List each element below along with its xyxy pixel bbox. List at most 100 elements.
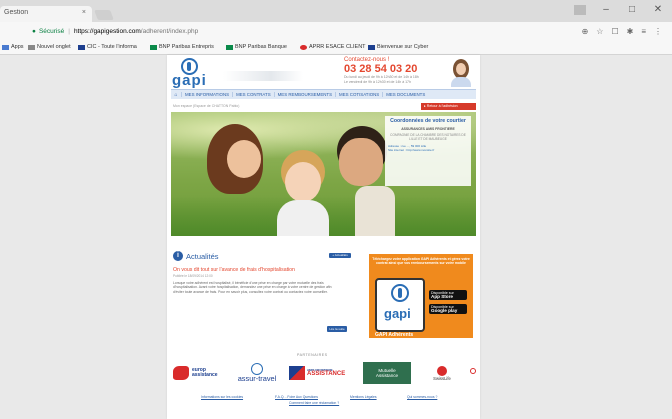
extension-puzzle-icon[interactable]: ✱	[627, 27, 634, 36]
bookmark-label: BNP Paribas Banque	[235, 44, 287, 50]
tab-title: Gestion	[4, 9, 29, 16]
nav-item-documents[interactable]: MES DOCUMENTS	[382, 92, 428, 97]
secure-label: Sécurisé	[38, 28, 65, 35]
bookmark-cyber[interactable]: Bienvenue sur Cyber	[368, 44, 428, 50]
extension-icon[interactable]: ☐	[611, 27, 618, 36]
app-promo-text: Téléchargez votre application GAPI Adhér…	[372, 257, 470, 266]
reader-icon[interactable]: ≡	[641, 27, 646, 36]
mutuelle-text-2: Assistance	[375, 373, 399, 378]
bookmark-bnp-entreprises[interactable]: BNP Paribas Entrepris	[150, 44, 214, 50]
close-window-button[interactable]: ✕	[652, 4, 664, 15]
profile-icon[interactable]	[574, 4, 586, 15]
bnp-icon	[226, 44, 233, 50]
nav-item-cotisations[interactable]: MES COTISATIONS	[335, 92, 382, 97]
cyber-icon	[368, 44, 375, 50]
broker-panel: Coordonnées de votre courtier ASSURANCES…	[385, 116, 471, 186]
gapi-logo-icon	[391, 284, 409, 302]
partner-mutuelle-assistance[interactable]: Mutuelle Assistance	[363, 362, 411, 384]
footer-link-faq[interactable]: F.A.Q. - Foire Aux Questions	[275, 395, 318, 399]
minimize-button[interactable]: –	[600, 4, 612, 15]
assur-travel-text: assur-travel	[237, 374, 277, 383]
bookmark-label: Apps	[11, 44, 24, 50]
tab-close-icon[interactable]: ×	[82, 9, 86, 16]
swisslife-text: SwissLife	[433, 375, 451, 381]
footer-link-complaint[interactable]: Comment faire une réclamation ?	[289, 401, 339, 405]
info-icon: i	[173, 251, 183, 261]
europ-text-2: assistance	[192, 372, 218, 378]
all-news-button[interactable]: + Actualités	[329, 253, 351, 258]
window-controls: – □ ✕	[574, 4, 664, 15]
aprr-icon	[300, 44, 307, 50]
google-play-label: Google play	[431, 308, 458, 313]
url-separator: |	[68, 28, 70, 35]
partners-title: PARTENAIRES	[297, 353, 328, 357]
bookmark-star-icon[interactable]: ☆	[596, 27, 603, 36]
hero-image: Coordonnées de votre courtier ASSURANCES…	[171, 112, 476, 236]
main-nav: ⌂ MES INFORMATIONS MES CONTRATS MES REMB…	[171, 89, 476, 99]
browser-tabbar: Gestion × – □ ✕	[0, 0, 672, 22]
web-page: gapi Contactez-nous ! 03 28 54 03 20 Du …	[167, 55, 480, 419]
broker-website-link[interactable]: Site internet : http://www.monsite.fr	[388, 148, 468, 152]
logout-button[interactable]: ▸ Retour à l'adhésion	[421, 103, 476, 110]
gapi-logo-text[interactable]: gapi	[172, 72, 207, 89]
bookmark-bnp-banque[interactable]: BNP Paribas Banque	[226, 44, 287, 50]
address-bar[interactable]: ● Sécurisé | https://gapigestion.com/adhere…	[28, 25, 588, 39]
bookmark-cic[interactable]: CIC - Toute l'informa	[78, 44, 137, 50]
cic-icon	[78, 44, 85, 50]
partner-assur-travel[interactable]: assur-travel	[227, 362, 287, 384]
bookmark-aprr[interactable]: APRR ESACE CLIENT	[300, 44, 366, 50]
new-tab-button[interactable]	[94, 10, 114, 20]
phone-image: gapi	[375, 278, 425, 332]
bookmark-label: CIC - Toute l'informa	[87, 44, 137, 50]
read-more-button[interactable]: Lire la suite	[327, 326, 347, 332]
breadcrumb-row: Mon espace (Espace de CHATTON Pablo) ▸ R…	[171, 102, 476, 111]
bookmark-apps[interactable]: Apps	[2, 44, 24, 50]
bookmark-new-tab[interactable]: Nouvel onglet	[28, 44, 71, 50]
bookmark-label: Nouvel onglet	[37, 44, 71, 50]
footer-link-about[interactable]: Qui sommes-nous ?	[407, 395, 437, 399]
footer-link-mentions[interactable]: Mentions Légales	[350, 395, 377, 399]
menu-icon[interactable]: ⋮	[654, 27, 662, 36]
nav-item-informations[interactable]: MES INFORMATIONS	[181, 92, 232, 97]
bookmark-label: Bienvenue sur Cyber	[377, 44, 429, 50]
agent-photo	[447, 57, 475, 87]
maximize-button[interactable]: □	[626, 4, 638, 15]
news-headline-link[interactable]: On vous dit tout sur l'avance de frais d…	[173, 267, 348, 273]
header-banner	[223, 71, 303, 81]
zoom-icon[interactable]: ⊕	[582, 27, 589, 36]
app-caption: GAPI Adhérents	[375, 332, 414, 338]
app-promo[interactable]: Téléchargez votre application GAPI Adhér…	[369, 254, 473, 338]
bookmark-label: BNP Paribas Entrepris	[159, 44, 214, 50]
nav-item-remboursements[interactable]: MES REMBOURSEMENTS	[273, 92, 335, 97]
partner-europ-assistance[interactable]: europ assistance	[173, 362, 225, 384]
amaf-logo-icon	[289, 366, 305, 380]
nav-item-contrats[interactable]: MES CONTRATS	[232, 92, 274, 97]
broker-title: Coordonnées de votre courtier	[390, 118, 466, 124]
news-date: Publiée le 18/09/2014 12:00	[173, 274, 213, 278]
google-play-button[interactable]: Disponible sur Google play	[429, 304, 467, 314]
broker-description: COMPAGNIE DE LA CHAMBRE DES NOTAIRES DE …	[390, 133, 466, 141]
lock-icon: ●	[32, 28, 36, 35]
partner-next-icon[interactable]	[470, 368, 476, 374]
app-store-label: App Store	[431, 294, 453, 299]
partner-amis-frontiere[interactable]: AMIS FRONTIERE ASSISTANCE	[289, 362, 355, 384]
news-body: Lorsque votre adhérent est hospitalisé, …	[173, 281, 332, 294]
partner-swisslife[interactable]: SwissLife	[419, 362, 465, 384]
app-store-button[interactable]: Disponible sur App Store	[429, 290, 467, 300]
contact-hours: Le vendredi de 9h à 12h30 et de 14h à 17…	[344, 79, 411, 84]
phone-logo-text: gapi	[384, 306, 411, 321]
swisslife-logo-icon	[437, 365, 447, 376]
breadcrumb: Mon espace (Espace de CHATTON Pablo)	[173, 104, 240, 108]
footer: Informations sur les cookies F.A.Q. - Fo…	[167, 395, 480, 415]
footer-link-cookies[interactable]: Informations sur les cookies	[201, 395, 243, 399]
contact-block: Contactez-nous ! 03 28 54 03 20 Du lundi…	[344, 57, 444, 84]
bookmarks-bar: Apps Nouvel onglet CIC - Toute l'informa…	[0, 42, 672, 55]
apps-icon	[2, 44, 9, 50]
amaf-text-2: ASSISTANCE	[307, 371, 346, 377]
browser-tab[interactable]: Gestion ×	[0, 6, 92, 22]
broker-name: ASSURANCES AMIS FRONTIERE	[401, 127, 455, 131]
home-icon[interactable]: ⌂	[171, 92, 181, 98]
partners-logos: europ assistance assur-travel AMIS FRONT…	[171, 360, 476, 388]
url-path: /adherent/index.php	[140, 28, 199, 35]
news-title: Actualités	[186, 252, 219, 261]
